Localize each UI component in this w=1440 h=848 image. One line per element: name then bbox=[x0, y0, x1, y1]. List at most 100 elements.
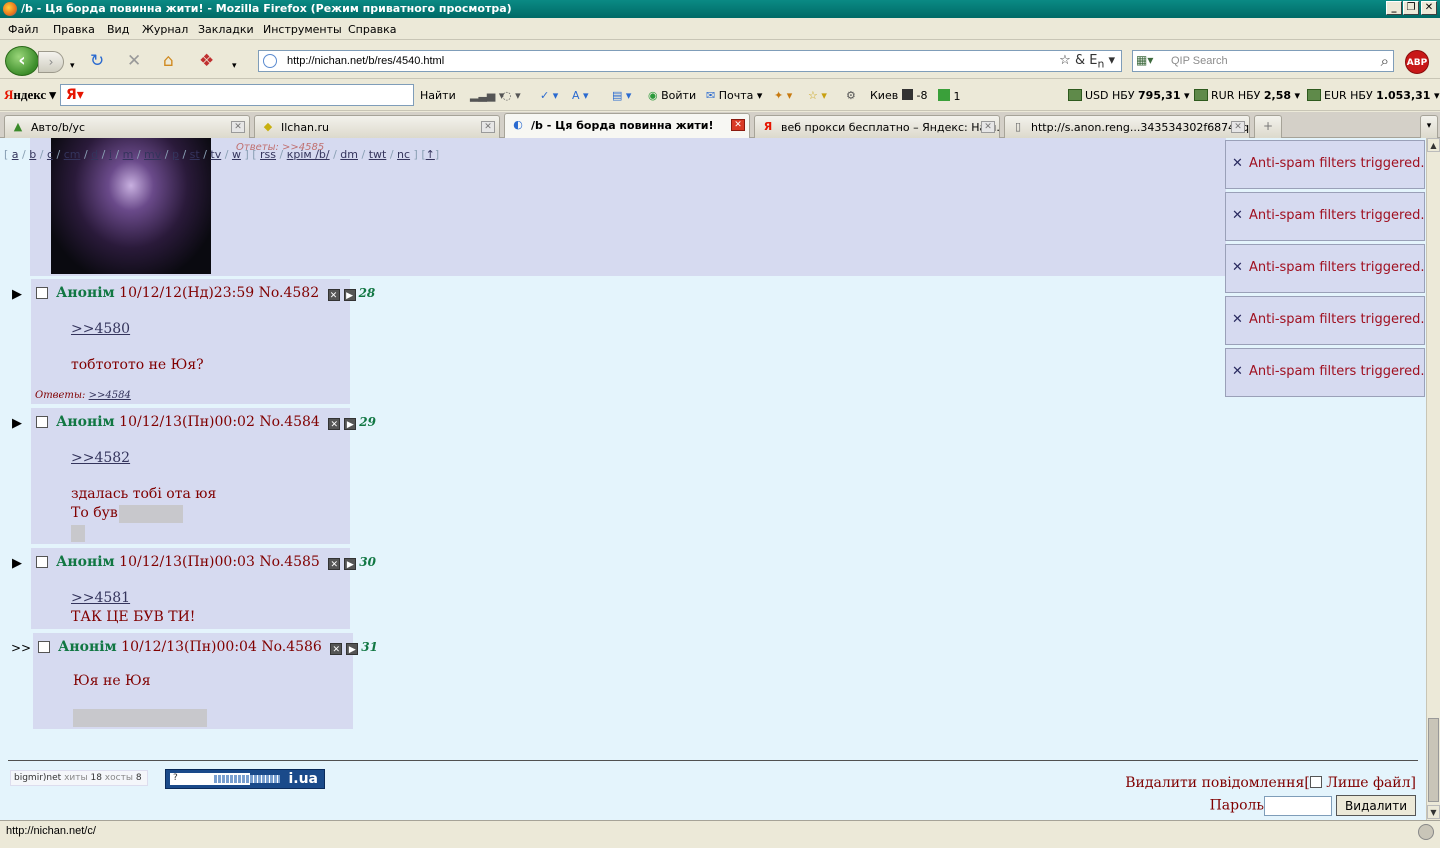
bigmir-counter[interactable]: bigmir)net хиты 18 хосты 8 bbox=[10, 770, 148, 786]
weather-widget[interactable]: -8 bbox=[902, 89, 927, 102]
login-button[interactable]: ◉ Войти bbox=[648, 89, 696, 102]
board-link-cm[interactable]: cm bbox=[64, 148, 81, 161]
scroll-down-icon[interactable]: ▼ bbox=[1427, 805, 1440, 819]
home-icon[interactable]: ⌂ bbox=[163, 52, 174, 70]
tab-yandex-proxy[interactable]: Я веб прокси бесплатно – Яндекс: Наш... … bbox=[754, 115, 1000, 138]
board-link-d[interactable]: d bbox=[91, 148, 98, 161]
tab-close-icon[interactable]: ✕ bbox=[1231, 121, 1245, 133]
post-select-checkbox[interactable] bbox=[36, 556, 48, 568]
reply-link[interactable]: >>4584 bbox=[89, 390, 131, 401]
adblock-plus-icon[interactable]: ABP bbox=[1405, 50, 1429, 74]
post-select-checkbox[interactable] bbox=[36, 416, 48, 428]
reply-post-icon[interactable]: ▶ bbox=[343, 289, 356, 301]
board-link-m[interactable]: m bbox=[123, 148, 134, 161]
post-number[interactable]: No.4586 bbox=[261, 639, 322, 655]
color-balls-icon[interactable]: ❖ bbox=[199, 52, 214, 70]
tab-avto-b[interactable]: ▲ Авто/b/ус ✕ bbox=[4, 115, 250, 138]
post-reflink[interactable]: >>4581 bbox=[71, 590, 130, 606]
board-link-c[interactable]: c bbox=[47, 148, 53, 161]
apps-icon[interactable]: ▤ ▾ bbox=[612, 89, 631, 102]
chat-icon[interactable]: ◌ ▾ bbox=[502, 89, 521, 102]
usd-rate[interactable]: USD НБУ 795,31 ▾ bbox=[1068, 89, 1190, 102]
yandex-logo[interactable]: Яндекс ▾ bbox=[4, 87, 56, 103]
yandex-search-input[interactable]: Я▾ bbox=[60, 84, 414, 106]
post-select-checkbox[interactable] bbox=[38, 641, 50, 653]
tab-nichan-b[interactable]: ◐ /b - Ця борда повинна жити! ✕ bbox=[504, 113, 750, 139]
menu-view[interactable]: Вид bbox=[107, 23, 129, 36]
delete-post-icon[interactable]: ✕ bbox=[328, 418, 341, 430]
delete-post-icon[interactable]: ✕ bbox=[330, 643, 343, 655]
only-file-checkbox[interactable] bbox=[1309, 776, 1322, 788]
rur-rate[interactable]: RUR НБУ 2,58 ▾ bbox=[1194, 89, 1300, 102]
close-button[interactable]: ✕ bbox=[1421, 1, 1437, 15]
url-text[interactable]: http://nichan.net/b/res/4540.html bbox=[287, 55, 444, 67]
menu-edit[interactable]: Правка bbox=[53, 23, 95, 36]
board-link-st[interactable]: st bbox=[190, 148, 200, 161]
vertical-scrollbar[interactable]: ▲ ▼ bbox=[1426, 138, 1440, 820]
reply-post-icon[interactable]: ▶ bbox=[344, 418, 357, 430]
close-notification-icon[interactable]: ✕ bbox=[1232, 260, 1243, 275]
eur-rate[interactable]: EUR НБУ 1.053,31 ▾ bbox=[1307, 89, 1439, 102]
post-number[interactable]: No.4584 bbox=[259, 414, 320, 430]
search-placeholder[interactable]: QIP Search bbox=[1171, 55, 1228, 67]
status-addon-icon[interactable] bbox=[1418, 824, 1434, 840]
board-link-a[interactable]: a bbox=[12, 148, 19, 161]
post-arrow-marker[interactable]: ▶ bbox=[12, 556, 22, 571]
weather-city[interactable]: Киев bbox=[870, 89, 898, 102]
signal-icon[interactable]: ▂▃▅ ▾ bbox=[470, 89, 504, 102]
dropdown-icon[interactable]: ▾ bbox=[232, 57, 237, 75]
board-link-p[interactable]: p bbox=[172, 148, 179, 161]
post-number[interactable]: No.4582 bbox=[259, 285, 320, 301]
new-tab-button[interactable]: + bbox=[1254, 115, 1282, 138]
scrollbar-thumb[interactable] bbox=[1428, 718, 1439, 802]
history-dropdown-icon[interactable]: ▾ bbox=[70, 57, 75, 75]
reply-post-icon[interactable]: ▶ bbox=[344, 558, 357, 570]
close-notification-icon[interactable]: ✕ bbox=[1232, 364, 1243, 379]
menu-tools[interactable]: Инструменты bbox=[263, 23, 342, 36]
tab-list-dropdown-icon[interactable]: ▾ bbox=[1420, 115, 1438, 138]
qip-search-engine-icon[interactable]: ▦▾ bbox=[1136, 53, 1166, 69]
menu-history[interactable]: Журнал bbox=[142, 23, 188, 36]
spellcheck-icon[interactable]: ✓ ▾ bbox=[540, 89, 558, 102]
back-button[interactable]: ‹ bbox=[5, 46, 39, 76]
board-link-mv[interactable]: mv bbox=[144, 148, 161, 161]
tab-ilchan[interactable]: ◆ Ilchan.ru ✕ bbox=[254, 115, 500, 138]
close-notification-icon[interactable]: ✕ bbox=[1232, 208, 1243, 223]
tab-close-icon[interactable]: ✕ bbox=[231, 121, 245, 133]
board-link-b[interactable]: b bbox=[29, 148, 36, 161]
tab-close-icon[interactable]: ✕ bbox=[981, 121, 995, 133]
translate-icon[interactable]: A ▾ bbox=[572, 89, 589, 102]
bookmarks-icon[interactable]: ✦ ▾ bbox=[774, 89, 792, 102]
delete-button[interactable]: Видалити bbox=[1336, 795, 1416, 816]
delete-post-icon[interactable]: ✕ bbox=[327, 289, 340, 301]
post-arrow-marker[interactable]: ▶ bbox=[12, 287, 22, 302]
close-notification-icon[interactable]: ✕ bbox=[1232, 156, 1243, 171]
minimize-button[interactable]: _ bbox=[1386, 1, 1402, 15]
traffic-widget[interactable]: 1 bbox=[938, 89, 961, 103]
search-box[interactable]: ▦▾ QIP Search ⌕ bbox=[1132, 50, 1394, 72]
reload-icon[interactable]: ↻ bbox=[90, 52, 104, 70]
tab-close-icon[interactable]: ✕ bbox=[731, 119, 745, 131]
tab-close-icon[interactable]: ✕ bbox=[481, 121, 495, 133]
yandex-find-button[interactable]: Найти bbox=[420, 89, 456, 102]
favorites-star-icon[interactable]: ☆ ▾ bbox=[808, 89, 827, 102]
scroll-up-icon[interactable]: ▲ bbox=[1427, 138, 1440, 152]
forward-button[interactable]: › bbox=[38, 51, 64, 73]
menu-file[interactable]: Файл bbox=[8, 23, 38, 36]
search-icon[interactable]: ⌕ bbox=[1381, 52, 1389, 70]
tab-anon-reng[interactable]: ▯ http://s.anon.reng...343534302f68746q6… bbox=[1004, 115, 1250, 138]
delete-post-icon[interactable]: ✕ bbox=[328, 558, 341, 570]
post-arrow-marker[interactable]: >> bbox=[11, 641, 31, 655]
bookmark-star-icon[interactable]: ☆ & En ▾ bbox=[1059, 53, 1115, 71]
scroll-top-link[interactable]: ↑ bbox=[426, 148, 435, 161]
board-link-dm[interactable]: dm bbox=[340, 148, 358, 161]
post-reflink[interactable]: >>4582 bbox=[71, 450, 130, 466]
url-bar[interactable]: http://nichan.net/b/res/4540.html ☆ & En… bbox=[258, 50, 1122, 72]
maximize-button[interactable]: ❐ bbox=[1403, 1, 1419, 15]
board-link-tv[interactable]: tv bbox=[210, 148, 221, 161]
iua-counter[interactable]: ? i.ua bbox=[165, 769, 325, 789]
post-number[interactable]: No.4585 bbox=[259, 554, 320, 570]
menu-bookmarks[interactable]: Закладки bbox=[198, 23, 254, 36]
board-link-i[interactable]: i bbox=[109, 148, 112, 161]
settings-gear-icon[interactable]: ⚙ bbox=[846, 89, 856, 102]
